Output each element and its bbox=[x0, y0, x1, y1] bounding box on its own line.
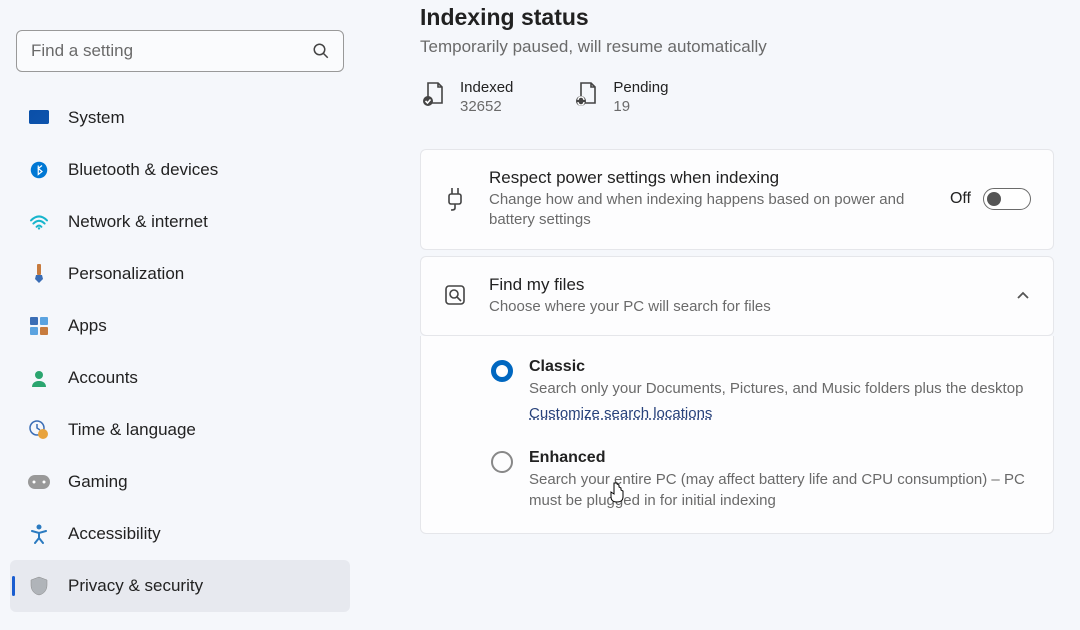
file-search-icon bbox=[443, 283, 469, 309]
accessibility-icon bbox=[28, 523, 50, 545]
nav-accounts[interactable]: Accounts bbox=[10, 352, 350, 404]
nav-accessibility[interactable]: Accessibility bbox=[10, 508, 350, 560]
nav-gaming[interactable]: Gaming bbox=[10, 456, 350, 508]
search-field-wrap bbox=[16, 30, 344, 72]
toggle-state-label: Off bbox=[950, 190, 971, 208]
shield-icon bbox=[28, 575, 50, 597]
nav-network[interactable]: Network & internet bbox=[10, 196, 350, 248]
nav-label: System bbox=[68, 108, 125, 128]
sidebar: System Bluetooth & devices Network & int… bbox=[0, 0, 360, 630]
option-enhanced[interactable]: Enhanced Search your entire PC (may affe… bbox=[491, 449, 1031, 511]
power-toggle[interactable] bbox=[983, 188, 1031, 210]
brush-icon bbox=[28, 263, 50, 285]
stat-label: Indexed bbox=[460, 79, 513, 96]
page-title: Indexing status bbox=[420, 4, 1054, 31]
radio-classic[interactable] bbox=[491, 360, 513, 382]
stat-indexed: Indexed 32652 bbox=[420, 79, 513, 115]
apps-icon bbox=[28, 315, 50, 337]
card-description: Change how and when indexing happens bas… bbox=[489, 190, 930, 231]
stat-label: Pending bbox=[613, 79, 668, 96]
bluetooth-icon bbox=[28, 159, 50, 181]
nav-list: System Bluetooth & devices Network & int… bbox=[10, 92, 350, 612]
nav-personalization[interactable]: Personalization bbox=[10, 248, 350, 300]
file-sync-icon bbox=[573, 81, 599, 107]
clock-globe-icon bbox=[28, 419, 50, 441]
person-icon bbox=[28, 367, 50, 389]
nav-label: Time & language bbox=[68, 420, 196, 440]
nav-label: Bluetooth & devices bbox=[68, 160, 218, 180]
gamepad-icon bbox=[28, 471, 50, 493]
option-description: Search your entire PC (may affect batter… bbox=[529, 469, 1031, 511]
card-description: Choose where your PC will search for fil… bbox=[489, 297, 995, 317]
stat-value: 32652 bbox=[460, 98, 513, 115]
nav-label: Privacy & security bbox=[68, 576, 203, 596]
find-files-card[interactable]: Find my files Choose where your PC will … bbox=[420, 256, 1054, 336]
indexing-stats: Indexed 32652 Pending 19 bbox=[420, 79, 1054, 115]
card-title: Respect power settings when indexing bbox=[489, 168, 930, 188]
power-settings-card[interactable]: Respect power settings when indexing Cha… bbox=[420, 149, 1054, 250]
nav-label: Personalization bbox=[68, 264, 184, 284]
nav-apps[interactable]: Apps bbox=[10, 300, 350, 352]
nav-label: Apps bbox=[68, 316, 107, 336]
option-title: Enhanced bbox=[529, 449, 1031, 467]
option-description: Search only your Documents, Pictures, an… bbox=[529, 378, 1023, 399]
nav-privacy-security[interactable]: Privacy & security bbox=[10, 560, 350, 612]
find-files-options: Classic Search only your Documents, Pict… bbox=[420, 336, 1054, 534]
chevron-up-icon bbox=[1015, 288, 1031, 304]
main-content: Indexing status Temporarily paused, will… bbox=[360, 0, 1080, 630]
nav-label: Accounts bbox=[68, 368, 138, 388]
nav-label: Accessibility bbox=[68, 524, 161, 544]
option-classic[interactable]: Classic Search only your Documents, Pict… bbox=[491, 358, 1031, 423]
search-input[interactable] bbox=[16, 30, 344, 72]
stat-pending: Pending 19 bbox=[573, 79, 668, 115]
plug-icon bbox=[443, 186, 469, 212]
customize-locations-link[interactable]: Customize search locations bbox=[529, 405, 712, 422]
nav-time-language[interactable]: Time & language bbox=[10, 404, 350, 456]
radio-enhanced[interactable] bbox=[491, 451, 513, 473]
page-subtitle: Temporarily paused, will resume automati… bbox=[420, 37, 1054, 57]
option-title: Classic bbox=[529, 358, 1023, 376]
card-title: Find my files bbox=[489, 275, 995, 295]
search-icon bbox=[312, 42, 330, 60]
display-icon bbox=[28, 107, 50, 129]
toggle-wrap: Off bbox=[950, 188, 1031, 210]
wifi-icon bbox=[28, 211, 50, 233]
nav-label: Gaming bbox=[68, 472, 128, 492]
nav-label: Network & internet bbox=[68, 212, 208, 232]
nav-system[interactable]: System bbox=[10, 92, 350, 144]
nav-bluetooth[interactable]: Bluetooth & devices bbox=[10, 144, 350, 196]
stat-value: 19 bbox=[613, 98, 668, 115]
file-check-icon bbox=[420, 81, 446, 107]
